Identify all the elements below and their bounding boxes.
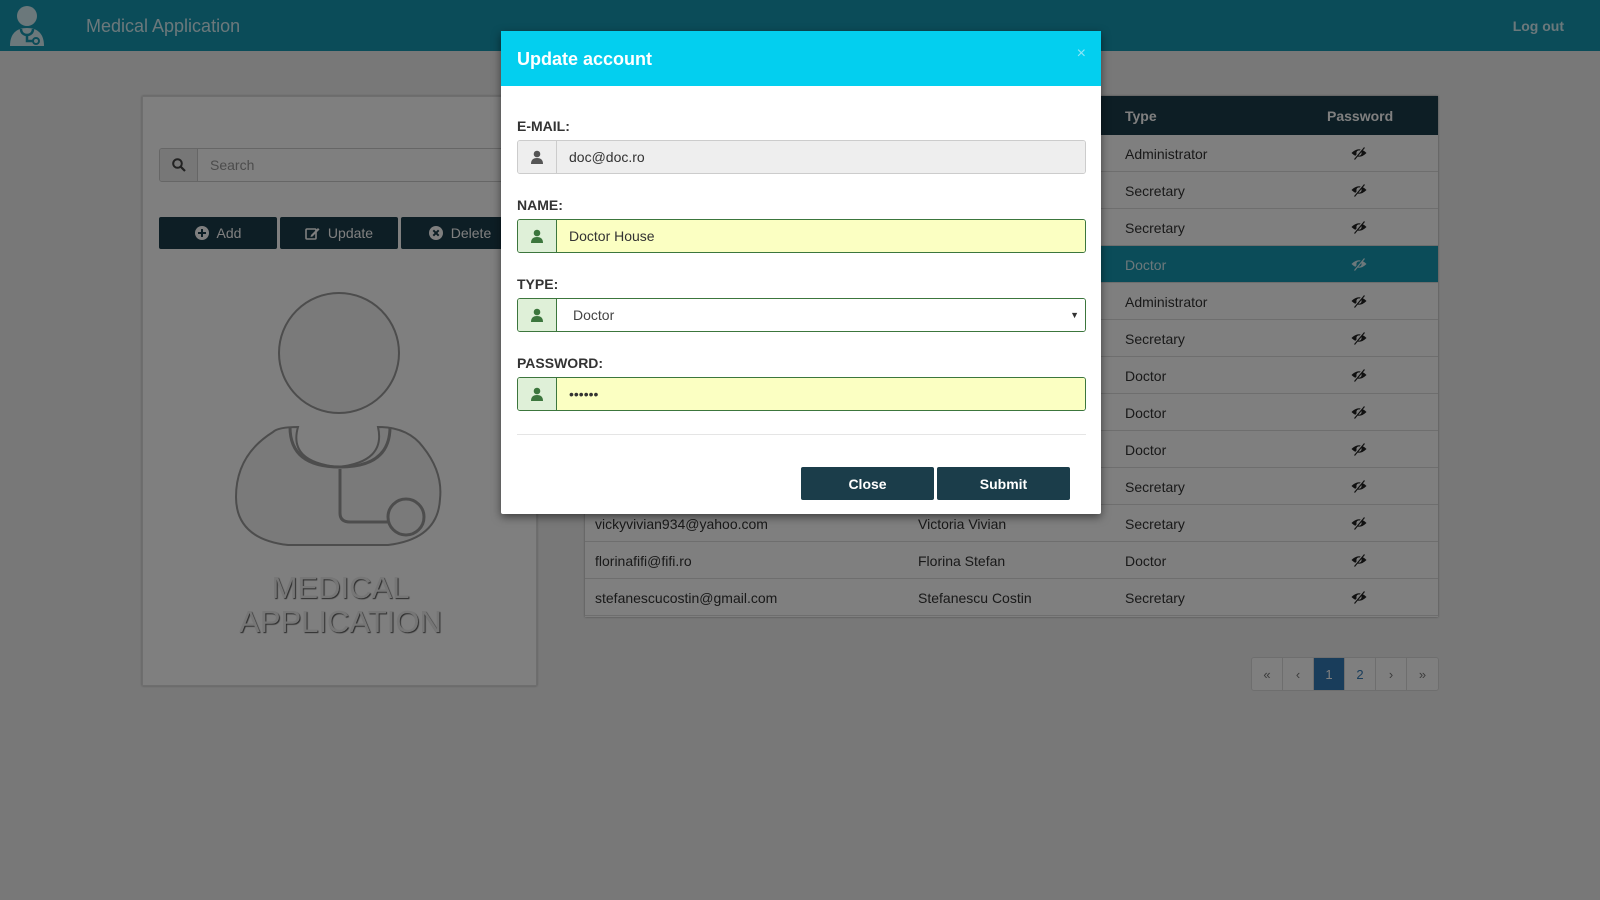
modal-close-icon[interactable]: × bbox=[1077, 45, 1086, 63]
user-icon bbox=[518, 220, 557, 252]
type-select-value: Doctor bbox=[573, 307, 615, 323]
modal-divider bbox=[517, 434, 1086, 435]
type-label: TYPE: bbox=[517, 276, 559, 292]
modal-header: Update account × bbox=[501, 31, 1101, 86]
submit-button[interactable]: Submit bbox=[937, 467, 1070, 500]
type-select[interactable]: Doctor ▼ bbox=[557, 299, 1085, 331]
type-group: Doctor ▼ bbox=[517, 298, 1086, 332]
user-icon bbox=[518, 141, 557, 173]
caret-down-icon: ▼ bbox=[1070, 310, 1079, 320]
email-field[interactable] bbox=[557, 141, 1085, 173]
password-field[interactable] bbox=[557, 378, 1085, 410]
email-group bbox=[517, 140, 1086, 174]
user-icon bbox=[518, 299, 557, 331]
close-button[interactable]: Close bbox=[801, 467, 934, 500]
email-label: E-MAIL: bbox=[517, 118, 570, 134]
password-group bbox=[517, 377, 1086, 411]
password-label: PASSWORD: bbox=[517, 355, 604, 371]
name-group bbox=[517, 219, 1086, 253]
modal-title: Update account bbox=[517, 49, 653, 69]
user-icon bbox=[518, 378, 557, 410]
name-label: NAME: bbox=[517, 197, 563, 213]
update-account-modal: Update account × E-MAIL: NAME: TYPE: Doc… bbox=[501, 31, 1101, 514]
name-field[interactable] bbox=[557, 220, 1085, 252]
